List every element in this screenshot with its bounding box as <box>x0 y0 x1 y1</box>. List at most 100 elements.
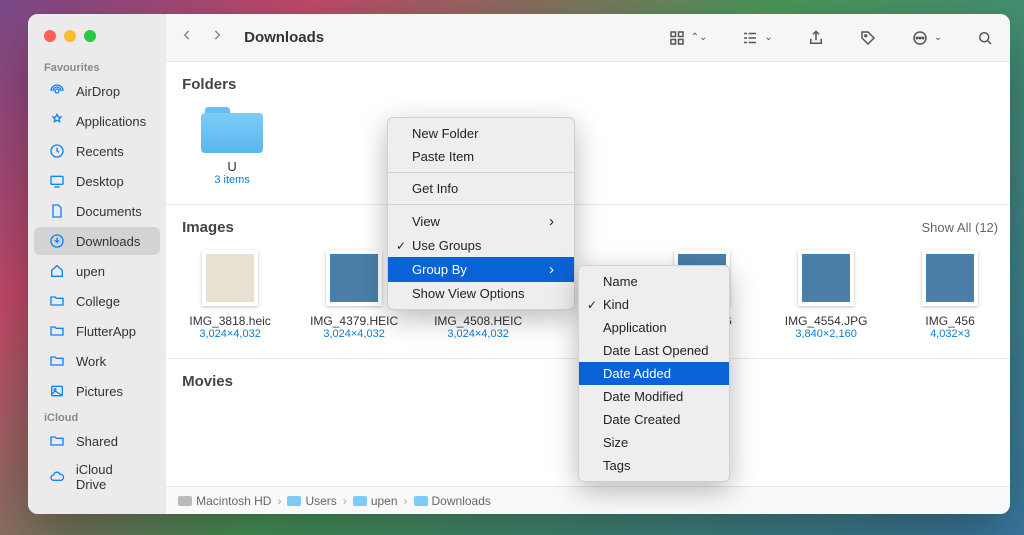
nav-arrows <box>180 28 224 47</box>
path-bar: Macintosh HD› Users› upen› Downloads <box>166 486 1010 514</box>
sidebar-label: Pictures <box>76 384 123 399</box>
menu-show-view-options[interactable]: Show View Options <box>388 282 574 305</box>
menu-use-groups[interactable]: Use Groups <box>388 234 574 257</box>
sidebar-item-flutterapp[interactable]: FlutterApp <box>34 317 160 345</box>
image-filename: IMG_4554.JPG <box>785 314 868 328</box>
section-folders-title: Folders <box>182 76 236 93</box>
menu-tags[interactable]: Tags <box>579 454 729 477</box>
path-label: Downloads <box>432 494 491 508</box>
menu-get-info[interactable]: Get Info <box>388 177 574 200</box>
image-item[interactable]: IMG_4554.JPG3,840×2,160 <box>778 250 874 340</box>
image-filename: IMG_3818.heic <box>189 314 270 328</box>
window-title: Downloads <box>244 29 324 46</box>
sidebar-label: College <box>76 294 120 309</box>
menu-date-added[interactable]: Date Added <box>579 362 729 385</box>
sidebar-item-applications[interactable]: Applications <box>34 107 160 135</box>
toolbar: Downloads ⌃⌄ ⌄ ⌄ <box>166 14 1010 62</box>
pictures-icon <box>48 382 66 400</box>
section-movies-title: Movies <box>182 373 233 390</box>
folder-item-count: 3 items <box>214 174 249 186</box>
tag-button[interactable] <box>853 29 883 47</box>
path-separator: › <box>343 494 347 508</box>
image-dimensions: 3,024×4,032 <box>199 328 260 340</box>
sidebar-label: Shared <box>76 434 118 449</box>
image-thumbnail <box>922 250 978 306</box>
image-item[interactable]: IMG_3818.heic3,024×4,032 <box>182 250 278 340</box>
menu-size[interactable]: Size <box>579 431 729 454</box>
menu-name[interactable]: Name <box>579 270 729 293</box>
folder-icon <box>48 352 66 370</box>
sidebar-label: AirDrop <box>76 84 120 99</box>
sidebar-item-pictures[interactable]: Pictures <box>34 377 160 405</box>
image-filename: IMG_4379.HEIC <box>310 314 398 328</box>
chevron-down-icon: ⌄ <box>764 32 772 43</box>
menu-separator <box>388 172 574 173</box>
desktop-icon <box>48 172 66 190</box>
folder-icon <box>197 103 267 153</box>
back-button[interactable] <box>180 28 194 47</box>
share-button[interactable] <box>801 29 831 47</box>
chevron-down-icon: ⌄ <box>934 32 942 43</box>
sidebar-label: FlutterApp <box>76 324 136 339</box>
image-filename: IMG_456 <box>925 314 974 328</box>
folder-icon <box>48 292 66 310</box>
menu-kind[interactable]: Kind <box>579 293 729 316</box>
downloads-icon <box>48 232 66 250</box>
menu-date-last-opened[interactable]: Date Last Opened <box>579 339 729 362</box>
image-thumbnail <box>326 250 382 306</box>
minimize-button[interactable] <box>64 30 76 42</box>
sidebar-item-documents[interactable]: Documents <box>34 197 160 225</box>
image-thumbnail <box>202 250 258 306</box>
menu-paste-item[interactable]: Paste Item <box>388 145 574 168</box>
sidebar-heading-icloud: iCloud <box>28 406 166 426</box>
forward-button[interactable] <box>210 28 224 47</box>
menu-view[interactable]: View <box>388 209 574 234</box>
submenu-group-by: Name Kind Application Date Last Opened D… <box>578 265 730 482</box>
sidebar-item-icloud-drive[interactable]: iCloud Drive <box>34 457 160 497</box>
folder-icon <box>287 496 301 506</box>
sidebar-item-work[interactable]: Work <box>34 347 160 375</box>
sidebar-item-upen[interactable]: upen <box>34 257 160 285</box>
path-label: Users <box>305 494 336 508</box>
chevron-updown-icon: ⌃⌄ <box>691 32 708 43</box>
show-all-link[interactable]: Show All (12) <box>922 220 999 235</box>
sidebar-item-college[interactable]: College <box>34 287 160 315</box>
path-separator: › <box>404 494 408 508</box>
menu-date-created[interactable]: Date Created <box>579 408 729 431</box>
path-segment[interactable]: Macintosh HD <box>178 494 271 508</box>
image-dimensions: 3,024×4,032 <box>323 328 384 340</box>
menu-date-modified[interactable]: Date Modified <box>579 385 729 408</box>
folder-icon <box>48 322 66 340</box>
group-by-button[interactable]: ⌄ <box>735 29 778 47</box>
action-button[interactable]: ⌄ <box>905 29 948 47</box>
zoom-button[interactable] <box>84 30 96 42</box>
sidebar-item-desktop[interactable]: Desktop <box>34 167 160 195</box>
search-button[interactable] <box>970 29 1000 47</box>
image-dimensions: 3,024×4,032 <box>447 328 508 340</box>
close-button[interactable] <box>44 30 56 42</box>
path-segment[interactable]: Downloads <box>414 494 491 508</box>
cloud-icon <box>48 468 66 486</box>
sidebar-item-recents[interactable]: Recents <box>34 137 160 165</box>
view-mode-button[interactable]: ⌃⌄ <box>662 29 714 47</box>
menu-new-folder[interactable]: New Folder <box>388 122 574 145</box>
section-images-title: Images <box>182 219 234 236</box>
image-dimensions: 4,032×3 <box>930 328 970 340</box>
sidebar-label: Recents <box>76 144 124 159</box>
sidebar-item-airdrop[interactable]: AirDrop <box>34 77 160 105</box>
clock-icon <box>48 142 66 160</box>
shared-folder-icon <box>48 432 66 450</box>
path-segment[interactable]: upen <box>353 494 398 508</box>
image-item[interactable]: IMG_4564,032×3 <box>902 250 998 340</box>
sidebar-label: Downloads <box>76 234 140 249</box>
menu-application[interactable]: Application <box>579 316 729 339</box>
folder-item[interactable]: U 3 items <box>182 103 282 186</box>
path-segment[interactable]: Users <box>287 494 336 508</box>
sidebar-item-downloads[interactable]: Downloads <box>34 227 160 255</box>
sidebar-heading-favourites: Favourites <box>28 56 166 76</box>
sidebar: Favourites AirDrop Applications Recents … <box>28 14 166 514</box>
folder-icon <box>414 496 428 506</box>
sidebar-label: iCloud Drive <box>76 462 146 492</box>
menu-group-by[interactable]: Group By <box>388 257 574 282</box>
sidebar-item-shared[interactable]: Shared <box>34 427 160 455</box>
